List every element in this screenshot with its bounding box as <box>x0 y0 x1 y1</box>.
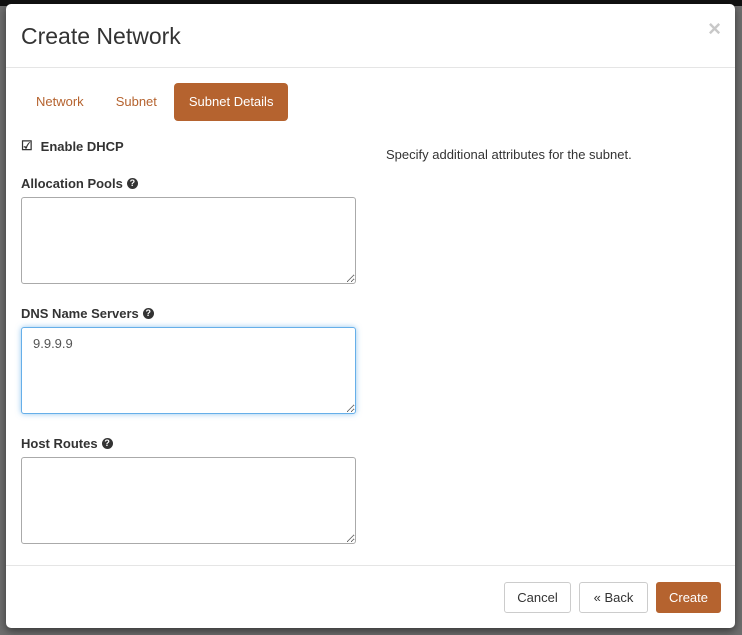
host-routes-input[interactable] <box>21 457 356 544</box>
modal-footer: Cancel « Back Create <box>6 565 735 628</box>
wizard-tabs: Network Subnet Subnet Details <box>21 83 290 121</box>
dns-name-servers-input[interactable] <box>21 327 356 414</box>
dns-name-servers-label: DNS Name Servers ? <box>21 306 356 321</box>
tab-subnet[interactable]: Subnet <box>101 83 172 121</box>
help-icon[interactable]: ? <box>142 308 154 319</box>
create-network-modal: Create Network × Network Subnet Subnet D… <box>6 4 735 628</box>
enable-dhcp-label: Enable DHCP <box>40 138 124 154</box>
tab-network[interactable]: Network <box>21 83 99 121</box>
help-text: Specify additional attributes for the su… <box>386 147 632 162</box>
help-icon[interactable]: ? <box>126 178 138 189</box>
back-button[interactable]: « Back <box>579 582 648 613</box>
enable-dhcp-checkbox[interactable]: ☑ Enable DHCP <box>21 138 356 154</box>
host-routes-label: Host Routes ? <box>21 436 356 451</box>
create-button[interactable]: Create <box>656 582 721 613</box>
modal-title: Create Network <box>21 23 181 49</box>
form: ☑ Enable DHCP Allocation Pools ? DNS Nam… <box>21 138 356 544</box>
modal-header: Create Network × <box>6 4 735 68</box>
tab-subnet-details[interactable]: Subnet Details <box>173 83 289 121</box>
close-icon[interactable]: × <box>708 16 721 42</box>
allocation-pools-input[interactable] <box>21 197 356 284</box>
checkbox-checked-icon[interactable]: ☑ <box>21 138 33 154</box>
allocation-pools-label: Allocation Pools ? <box>21 176 356 191</box>
host-routes-label-text: Host Routes <box>21 436 98 451</box>
dns-name-servers-label-text: DNS Name Servers <box>21 306 139 321</box>
allocation-pools-label-text: Allocation Pools <box>21 176 123 191</box>
cancel-button[interactable]: Cancel <box>504 582 571 613</box>
help-icon[interactable]: ? <box>101 438 113 449</box>
